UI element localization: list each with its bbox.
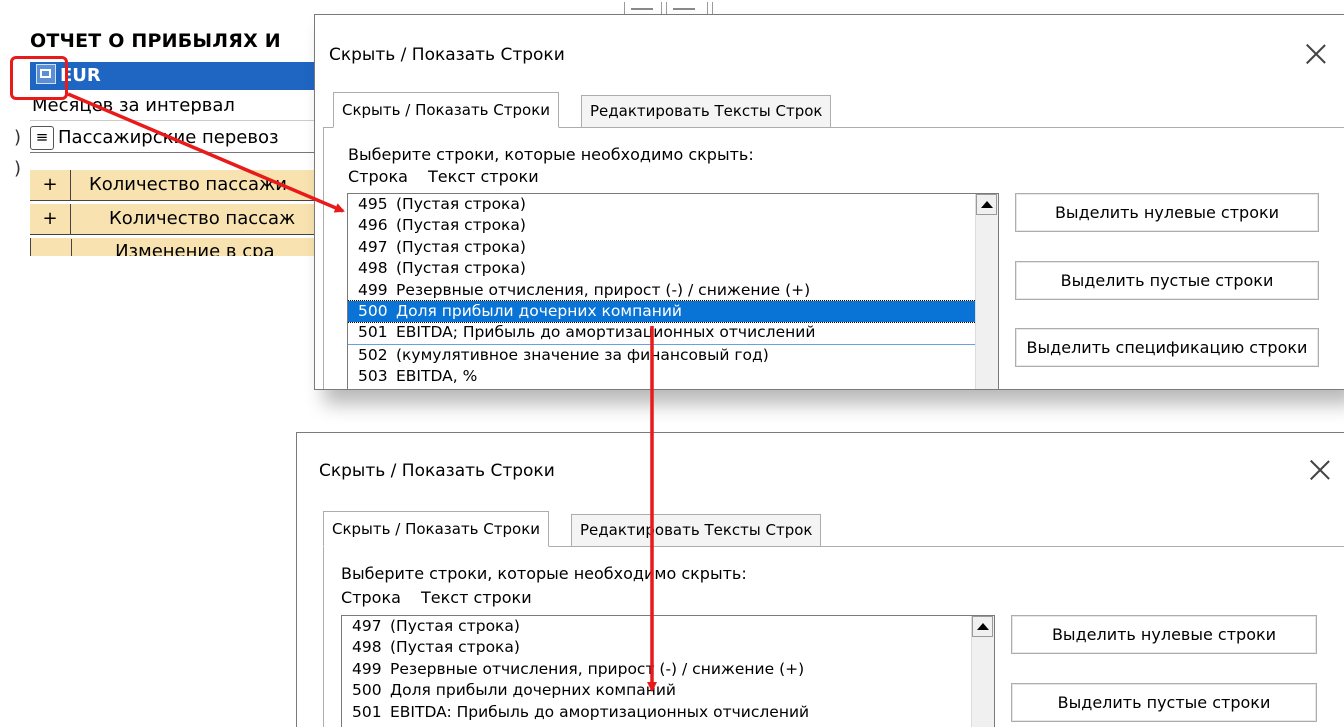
sheet-title: ОТЧЕТ О ПРИБЫЛЯХ И — [30, 30, 281, 52]
tab-edit-texts[interactable]: Редактировать Тексты Строк — [581, 95, 832, 128]
row-gutter — [31, 239, 72, 256]
hide-show-rows-dialog-result: Скрыть / Показать Строки Скрыть / Показа… — [296, 432, 1344, 727]
rows-listbox[interactable]: 497 (Пустая строка) 498 (Пустая строка) 49… — [341, 615, 995, 727]
select-rows-prompt: Выберите строки, которые необходимо скры… — [348, 145, 754, 164]
rows-listbox[interactable]: 495 (Пустая строка) 496 (Пустая строка) 49… — [347, 193, 999, 389]
count-label: Количество пассажи — [89, 174, 287, 195]
list-item[interactable]: 499 Резервные отчисления, прирост (-) / с… — [342, 659, 994, 680]
change-row: Изменение в сра — [30, 238, 321, 256]
column-header-row: Строка — [348, 167, 408, 186]
list-item[interactable]: 498 (Пустая строка) — [348, 258, 998, 279]
close-icon[interactable] — [1305, 43, 1327, 65]
count-row[interactable]: + Количество пассажи — [30, 170, 320, 201]
group-bracket: ) — [14, 127, 22, 148]
change-label: Изменение в сра — [115, 241, 275, 256]
currency-row[interactable]: EUR — [30, 62, 320, 90]
list-item[interactable]: 502 (кумулятивное значение за финансовый … — [348, 345, 998, 366]
vertical-scrollbar[interactable] — [971, 616, 994, 727]
list-item[interactable]: 499 Резервные отчисления, прирост (-) / с… — [348, 280, 998, 301]
select-empty-rows-button[interactable]: Выделить пустые строки — [1015, 261, 1319, 300]
select-row-spec-button[interactable]: Выделить спецификацию строки — [1015, 328, 1319, 367]
select-zero-rows-button[interactable]: Выделить нулевые строки — [1015, 193, 1319, 232]
list-item[interactable]: 501 EBITDA; Прибыль до амортизационных от… — [348, 322, 998, 345]
tab-hide-show[interactable]: Скрыть / Показать Строки — [323, 511, 550, 547]
hide-show-rows-dialog: Скрыть / Показать Строки Скрыть / Показа… — [314, 14, 1344, 390]
highlight-callout — [10, 56, 68, 100]
column-header-text: Текст строки — [421, 588, 532, 607]
dialog-title: Скрыть / Показать Строки — [319, 461, 555, 481]
list-item-selected[interactable]: 500 Доля прибыли дочерних компаний — [348, 299, 977, 324]
list-item[interactable]: 498 (Пустая строка) — [342, 637, 994, 658]
list-item[interactable]: 497 (Пустая строка) — [342, 616, 994, 637]
list-item[interactable]: 503 EBITDA, % — [348, 366, 998, 387]
dialog-title: Скрыть / Показать Строки — [329, 45, 565, 65]
select-zero-rows-button[interactable]: Выделить нулевые строки — [1011, 615, 1317, 654]
list-item[interactable]: 496 (Пустая строка) — [348, 215, 998, 236]
menu-icon[interactable]: ≡ — [30, 126, 54, 150]
tab-edit-texts[interactable]: Редактировать Тексты Строк — [571, 514, 822, 547]
tab-hide-show[interactable]: Скрыть / Показать Строки — [333, 92, 560, 128]
list-item[interactable]: 495 (Пустая строка) — [348, 194, 998, 215]
expand-plus-icon[interactable]: + — [30, 204, 71, 234]
expand-plus-icon[interactable]: + — [30, 170, 71, 200]
scroll-up-button[interactable] — [976, 194, 997, 215]
count-label: Количество пассаж — [109, 208, 296, 229]
months-row[interactable]: Месяцев за интервал — [30, 92, 322, 121]
vertical-scrollbar[interactable] — [975, 194, 998, 389]
scroll-up-button[interactable] — [972, 616, 993, 637]
column-header-text: Текст строки — [428, 167, 539, 186]
list-item[interactable]: 500 Доля прибыли дочерних компаний — [342, 680, 994, 701]
column-header-row: Строка — [341, 588, 401, 607]
select-empty-rows-button[interactable]: Выделить пустые строки — [1011, 683, 1317, 722]
passenger-label: Пассажирские перевоз — [58, 127, 279, 148]
list-item[interactable]: 501 EBITDA: Прибыль до амортизационных от… — [342, 702, 994, 723]
passenger-row[interactable]: ≡ Пассажирские перевоз — [30, 124, 320, 153]
select-rows-prompt: Выберите строки, которые необходимо скры… — [341, 564, 747, 583]
close-icon[interactable] — [1309, 459, 1331, 481]
count-row[interactable]: + Количество пассаж — [30, 204, 320, 235]
group-bracket: ) — [14, 158, 22, 179]
list-item[interactable]: 497 (Пустая строка) — [348, 237, 998, 258]
